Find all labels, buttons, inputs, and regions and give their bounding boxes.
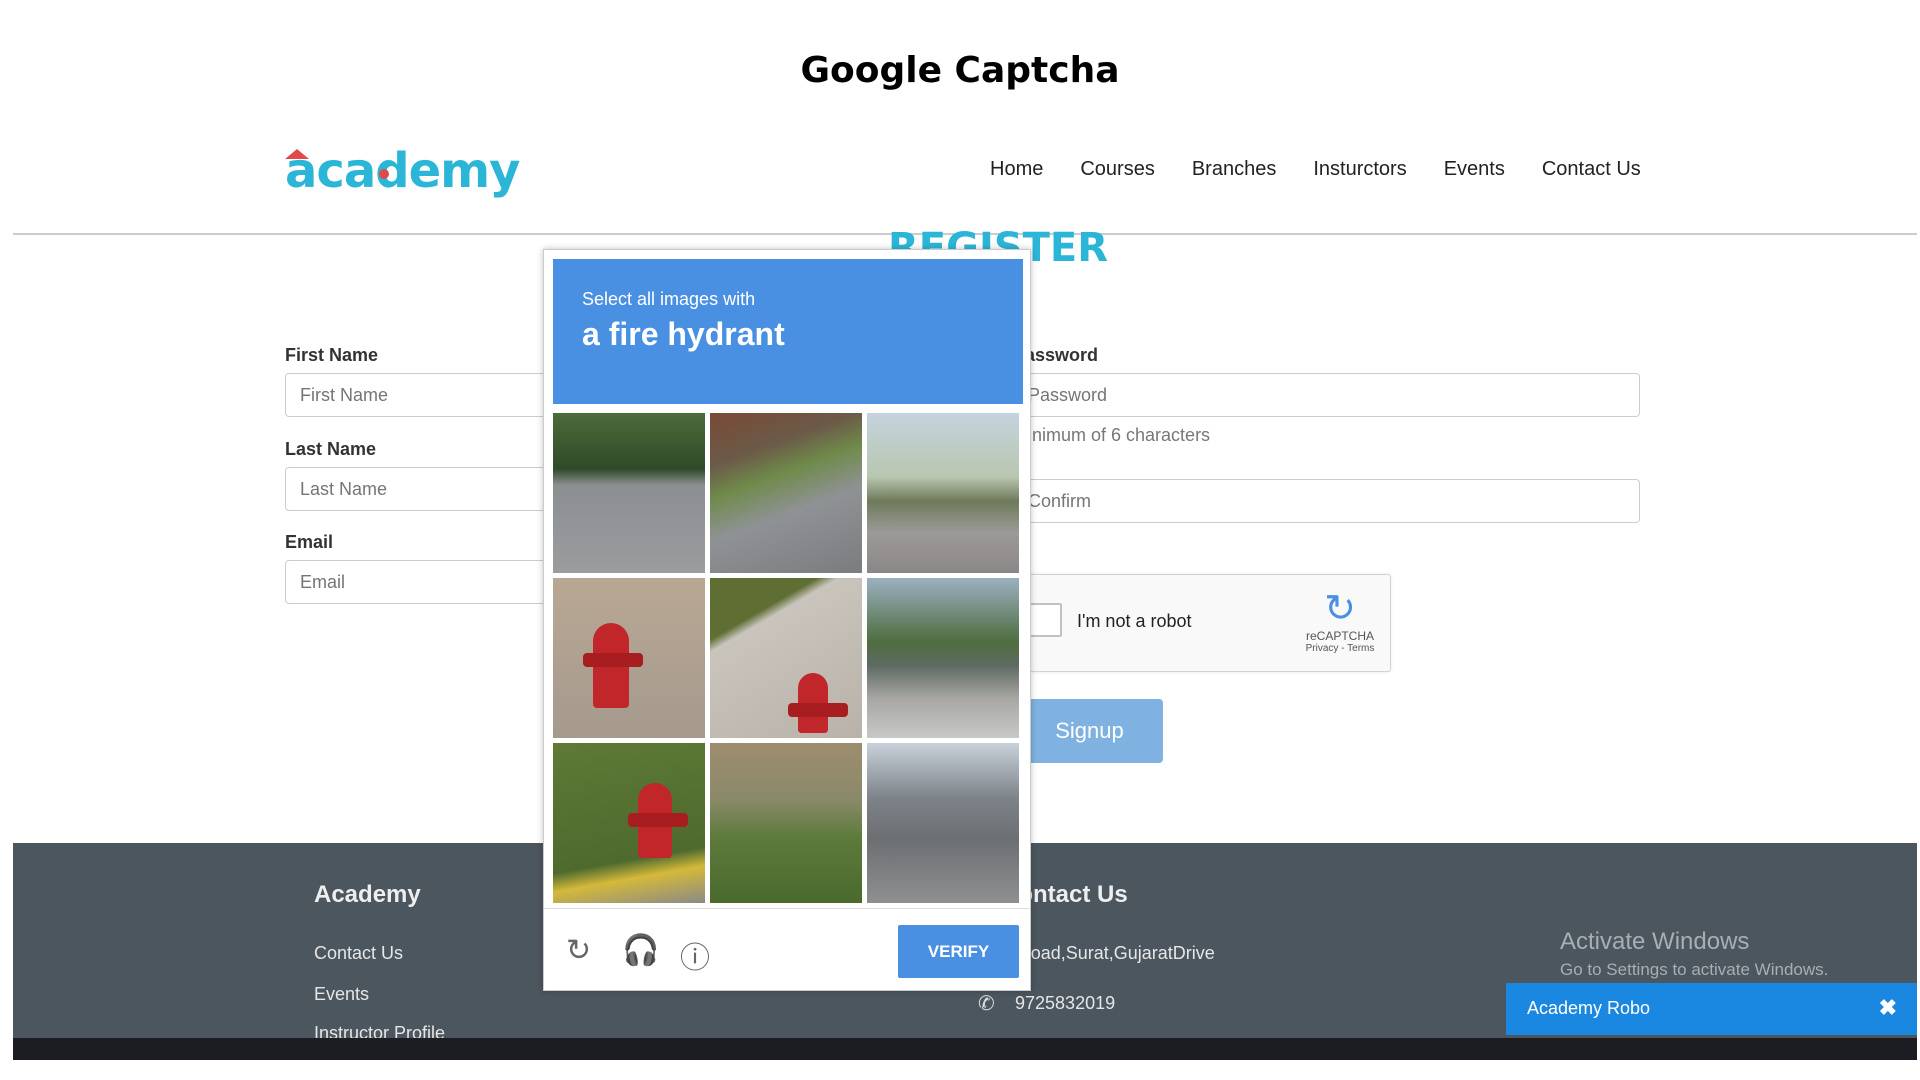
logo-dot-icon (379, 169, 389, 179)
captcha-instruction-target: a fire hydrant (582, 316, 785, 352)
nav-home[interactable]: Home (990, 158, 1043, 181)
email-label: Email (285, 532, 334, 552)
recaptcha-brand: reCAPTCHA (1305, 629, 1374, 643)
taskbar-strip (13, 1038, 1917, 1060)
phone-icon: ✆ (978, 993, 995, 1015)
first-name-input[interactable] (285, 373, 585, 417)
recaptcha-widget: I'm not a robot ↻ reCAPTCHA Privacy - Te… (1013, 574, 1391, 672)
chat-widget[interactable]: Academy Robo ✖ (1506, 983, 1917, 1035)
captcha-instruction-banner: Select all images with a fire hydrant (553, 259, 1023, 404)
captcha-tile-fire-hydrant[interactable] (553, 578, 705, 738)
main-nav: Home Courses Branches Insturctors Events… (990, 158, 1641, 181)
captcha-tile-city-street[interactable] (867, 743, 1019, 903)
logo-text: academy (285, 143, 520, 199)
logo-roof-icon (285, 149, 309, 159)
footer-address: Vipload,Surat,GujaratDrive (1001, 943, 1215, 963)
recaptcha-logo: ↻ reCAPTCHA Privacy - Terms (1300, 589, 1380, 654)
footer-link-contact-us[interactable]: Contact Us (314, 943, 403, 964)
captcha-challenge-dialog: Select all images with a fire hydrant ↻ … (543, 249, 1031, 991)
recaptcha-checkbox[interactable] (1028, 603, 1062, 637)
captcha-instruction-small: Select all images with (582, 289, 756, 309)
password-input[interactable] (1013, 373, 1640, 417)
recaptcha-label: I'm not a robot (1077, 611, 1192, 631)
recaptcha-terms[interactable]: Privacy - Terms (1300, 643, 1380, 654)
footer-academy-title: Academy (314, 881, 421, 908)
headphones-icon[interactable]: 🎧 (622, 933, 659, 968)
captcha-image-grid (553, 413, 1023, 903)
fire-hydrant-icon (628, 783, 688, 858)
captcha-tile-palm-street[interactable] (867, 413, 1019, 573)
captcha-tile-road[interactable] (867, 578, 1019, 738)
confirm-password-input[interactable] (1013, 479, 1640, 523)
verify-button[interactable]: VERIFY (898, 925, 1019, 978)
slide-title: Google Captcha (800, 50, 1120, 91)
fire-hydrant-icon (583, 623, 643, 708)
windows-watermark-title: Activate Windows (1560, 928, 1750, 955)
recaptcha-icon: ↻ (1324, 588, 1356, 630)
nav-instructors[interactable]: Insturctors (1313, 158, 1406, 181)
footer-link-events[interactable]: Events (314, 984, 369, 1005)
captcha-divider (544, 908, 1030, 909)
password-hint: Minimum of 6 characters (1013, 425, 1211, 445)
info-icon[interactable]: ⓘ (680, 933, 710, 977)
academy-logo[interactable]: academy (285, 143, 520, 199)
windows-watermark-subtitle: Go to Settings to activate Windows. (1560, 960, 1829, 979)
last-name-label: Last Name (285, 439, 377, 459)
nav-courses[interactable]: Courses (1080, 158, 1154, 181)
nav-branches[interactable]: Branches (1192, 158, 1277, 181)
first-name-label: First Name (285, 345, 379, 365)
close-icon[interactable]: ✖ (1879, 995, 1897, 1021)
captcha-tile-fire-hydrant[interactable] (710, 578, 862, 738)
footer-phone: 9725832019 (1015, 993, 1116, 1013)
captcha-tile-road[interactable] (553, 413, 705, 573)
captcha-tile-road[interactable] (710, 413, 862, 573)
chat-title: Academy Robo (1527, 998, 1651, 1018)
fire-hydrant-icon (788, 673, 848, 733)
browser-page: academy Home Courses Branches Insturctor… (13, 133, 1917, 1060)
nav-events[interactable]: Events (1444, 158, 1505, 181)
signup-button[interactable]: Signup (1016, 699, 1163, 763)
reload-icon[interactable]: ↻ (566, 933, 591, 968)
captcha-tile-fire-hydrant[interactable] (553, 743, 705, 903)
nav-contact-us[interactable]: Contact Us (1542, 158, 1641, 181)
captcha-tile-bushes[interactable] (710, 743, 862, 903)
last-name-input[interactable] (285, 467, 585, 511)
email-input[interactable] (285, 560, 585, 604)
